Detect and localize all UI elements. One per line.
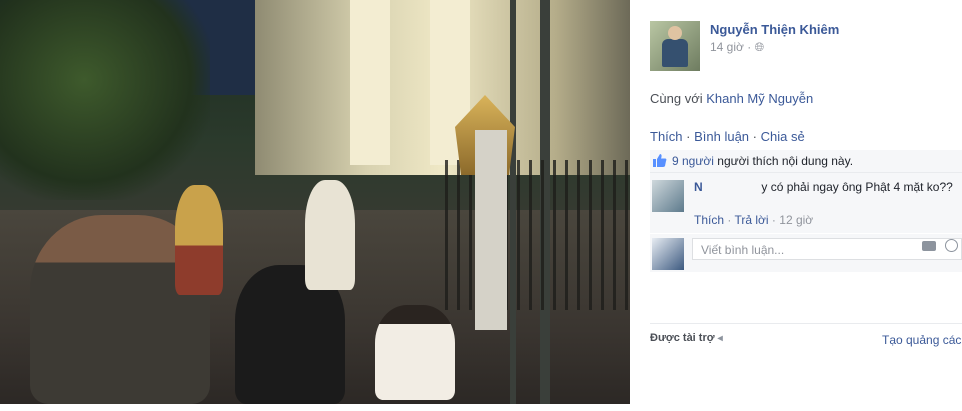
photo-fence — [445, 160, 630, 310]
photo-person — [375, 305, 455, 400]
post-meta: 14 giờ · 🌐︎ — [710, 40, 764, 55]
commenter-avatar[interactable] — [652, 180, 684, 212]
thumbs-up-icon — [653, 154, 667, 167]
create-ad-link[interactable]: Tạo quảng các — [882, 333, 961, 347]
with-prefix: Cùng với — [650, 91, 703, 106]
comment-like-button[interactable]: Thích — [694, 213, 724, 227]
comment-reply-button[interactable]: Trả lời — [734, 213, 768, 227]
globe-icon[interactable]: · 🌐︎ — [747, 40, 764, 54]
author-name[interactable]: Nguyễn Thiện Khiêm — [710, 22, 839, 37]
commenter-name[interactable]: N — [694, 180, 703, 194]
like-button[interactable]: Thích — [650, 129, 683, 144]
divider — [650, 323, 962, 324]
comment-item: N y có phải ngay ông Phật 4 mặt ko?? Thí… — [650, 173, 962, 233]
photo-person — [175, 185, 223, 295]
likes-text: người thích nội dung này. — [717, 154, 854, 168]
tagged-with: Cùng với Khanh Mỹ Nguyễn — [650, 91, 813, 106]
comment-composer: Viết bình luận... — [650, 234, 962, 272]
tagged-friend-link[interactable]: Khanh Mỹ Nguyễn — [706, 91, 813, 106]
post-actions: Thích · Bình luận · Chia sẻ — [650, 129, 805, 144]
likers-link[interactable]: 9 người — [672, 154, 714, 168]
photo-tree — [0, 0, 210, 200]
comment-time[interactable]: 12 giờ — [779, 213, 813, 227]
author-avatar[interactable] — [650, 21, 700, 71]
photo-pillar — [350, 0, 390, 165]
sponsored-heading: Được tài trợ ◂ — [650, 332, 723, 344]
comment-text: y có phải ngay ông Phật 4 mặt ko?? — [761, 180, 953, 194]
post-time[interactable]: 14 giờ — [710, 40, 744, 54]
photo-pillar-post — [475, 130, 507, 330]
post-panel: Nguyễn Thiện Khiêm 14 giờ · 🌐︎ Cùng với … — [630, 0, 962, 411]
comment-button[interactable]: Bình luận — [694, 129, 749, 144]
emoji-icon[interactable] — [945, 239, 958, 252]
share-button[interactable]: Chia sẻ — [761, 129, 805, 144]
post-photo[interactable] — [0, 0, 630, 404]
photo-person — [305, 180, 355, 290]
megaphone-icon: ◂ — [717, 333, 723, 344]
camera-icon[interactable] — [922, 241, 936, 251]
viewer-avatar — [652, 238, 684, 270]
comment-actions: Thích · Trả lời · 12 giờ — [694, 213, 814, 227]
comment-body: N y có phải ngay ông Phật 4 mặt ko?? — [694, 179, 954, 195]
likes-summary: 9 người người thích nội dung này. — [650, 150, 962, 173]
